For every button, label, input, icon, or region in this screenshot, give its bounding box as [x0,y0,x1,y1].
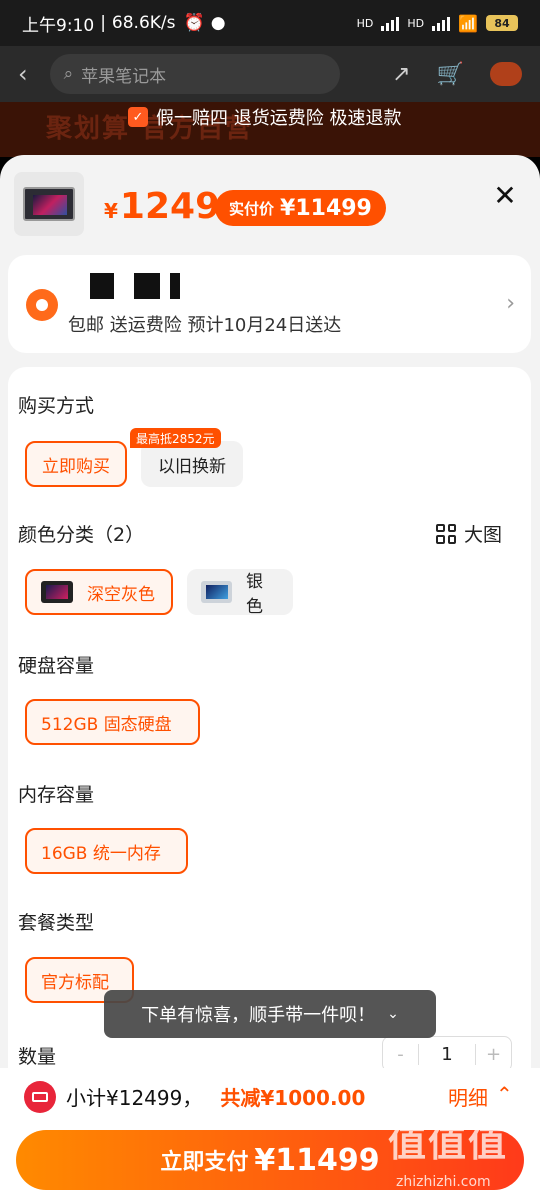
big-view-label: 大图 [464,524,503,546]
plus-button[interactable]: + [476,1044,511,1065]
chevron-up-icon: ⌃ [496,1082,513,1106]
real-price-value: ¥11499 [280,195,372,221]
product-header: ‹ ⌕ 苹果笔记本 ↗ 🛒 [0,46,540,102]
subtotal-line: 小计¥12499， 共减¥1000.00 [66,1082,365,1111]
detail-label: 明细 [448,1086,488,1110]
package-title: 套餐类型 [18,912,95,934]
price-symbol: ¥ [104,199,118,223]
close-icon[interactable]: ✕ [490,179,520,212]
cart-icon[interactable]: 🛒 [437,62,464,87]
laptop-image [23,187,75,221]
pay-amount: ¥11499 [254,1142,380,1178]
watermark-logo: 值值值 [388,1121,509,1165]
trade-in-tag: 最高抵2852元 [130,428,221,448]
app-icon: ● [210,13,226,33]
color-thumb [41,581,73,603]
purchase-method-title: 购买方式 [18,395,95,417]
chevron-down-icon: ⌄ [387,1006,399,1022]
redacted-address [170,273,180,299]
redacted-address [90,273,114,299]
redacted-address [134,273,160,299]
subtotal: 小计¥12499， [66,1086,203,1110]
color-option-silver[interactable]: 银色 [187,569,293,617]
search-bar[interactable]: ⌕ 苹果笔记本 [49,54,340,94]
more-icon[interactable] [490,62,522,86]
promo-line: ✓ 假一赔四 退货运费险 极速退款 [128,104,401,130]
status-net-speed: 68.6K/s [111,13,176,33]
color-label: 银色 [246,572,264,617]
alarm-icon: ⏰ [183,13,205,33]
discount-total: 共减¥1000.00 [220,1086,366,1110]
minus-button[interactable]: - [383,1044,418,1065]
memory-title: 内存容量 [18,784,95,806]
share-icon[interactable]: ↗ [392,62,410,87]
back-icon[interactable]: ‹ [18,60,28,88]
address-card[interactable]: 包邮 送运费险 预计10月24日送达 › [8,255,531,353]
watermark-site: zhizhizhi.com [396,1174,491,1190]
product-thumbnail[interactable] [14,172,84,236]
pay-label: 立即支付 [160,1150,249,1175]
real-price-badge: 实付价 ¥11499 [215,190,386,226]
signal-icon [381,15,400,31]
wifi-icon: 📶 [458,13,478,33]
color-option-space-gray[interactable]: 深空灰色 [25,569,173,615]
status-time: 上午9:10 [22,15,95,36]
chevron-right-icon: › [506,291,515,316]
shield-icon: ✓ [128,107,148,127]
promo-text: 假一赔四 退货运费险 极速退款 [156,108,402,129]
quantity-value[interactable]: 1 [418,1043,476,1065]
hd-label-2: HD [407,16,425,30]
quantity-title: 数量 [18,1046,57,1068]
shipping-info: 包邮 送运费险 预计10月24日送达 [68,315,342,336]
hd-label-1: HD [356,16,374,30]
battery-icon: 84 [486,15,518,31]
color-label: 深空灰色 [87,584,155,605]
big-view-toggle[interactable]: 大图 [436,520,502,547]
status-bar: 上午9:10 | 68.6K/s ⏰ ● HD HD 📶 84 [0,0,540,46]
search-placeholder: 苹果笔记本 [81,66,167,87]
search-icon: ⌕ [63,64,74,84]
toast[interactable]: 下单有惊喜，顺手带一件呗！ ⌄ [104,990,436,1038]
memory-option[interactable]: 16GB 统一内存 [25,828,188,874]
grid-icon [436,523,456,544]
quantity-stepper[interactable]: - 1 + [382,1036,512,1072]
signal-icon-2 [432,15,451,31]
detail-toggle[interactable]: 明细 ⌃ [448,1082,513,1111]
disk-option[interactable]: 512GB 固态硬盘 [25,699,200,745]
color-thumb [201,581,233,603]
toast-text: 下单有惊喜，顺手带一件呗！ [141,1005,376,1026]
buy-now-option[interactable]: 立即购买 [25,441,127,487]
status-divider: | [100,13,106,33]
coupon-icon [24,1081,56,1113]
real-price-label: 实付价 [229,199,275,218]
disk-title: 硬盘容量 [18,655,95,677]
color-title: 颜色分类（2） [18,524,145,546]
location-pin-icon [26,289,58,321]
